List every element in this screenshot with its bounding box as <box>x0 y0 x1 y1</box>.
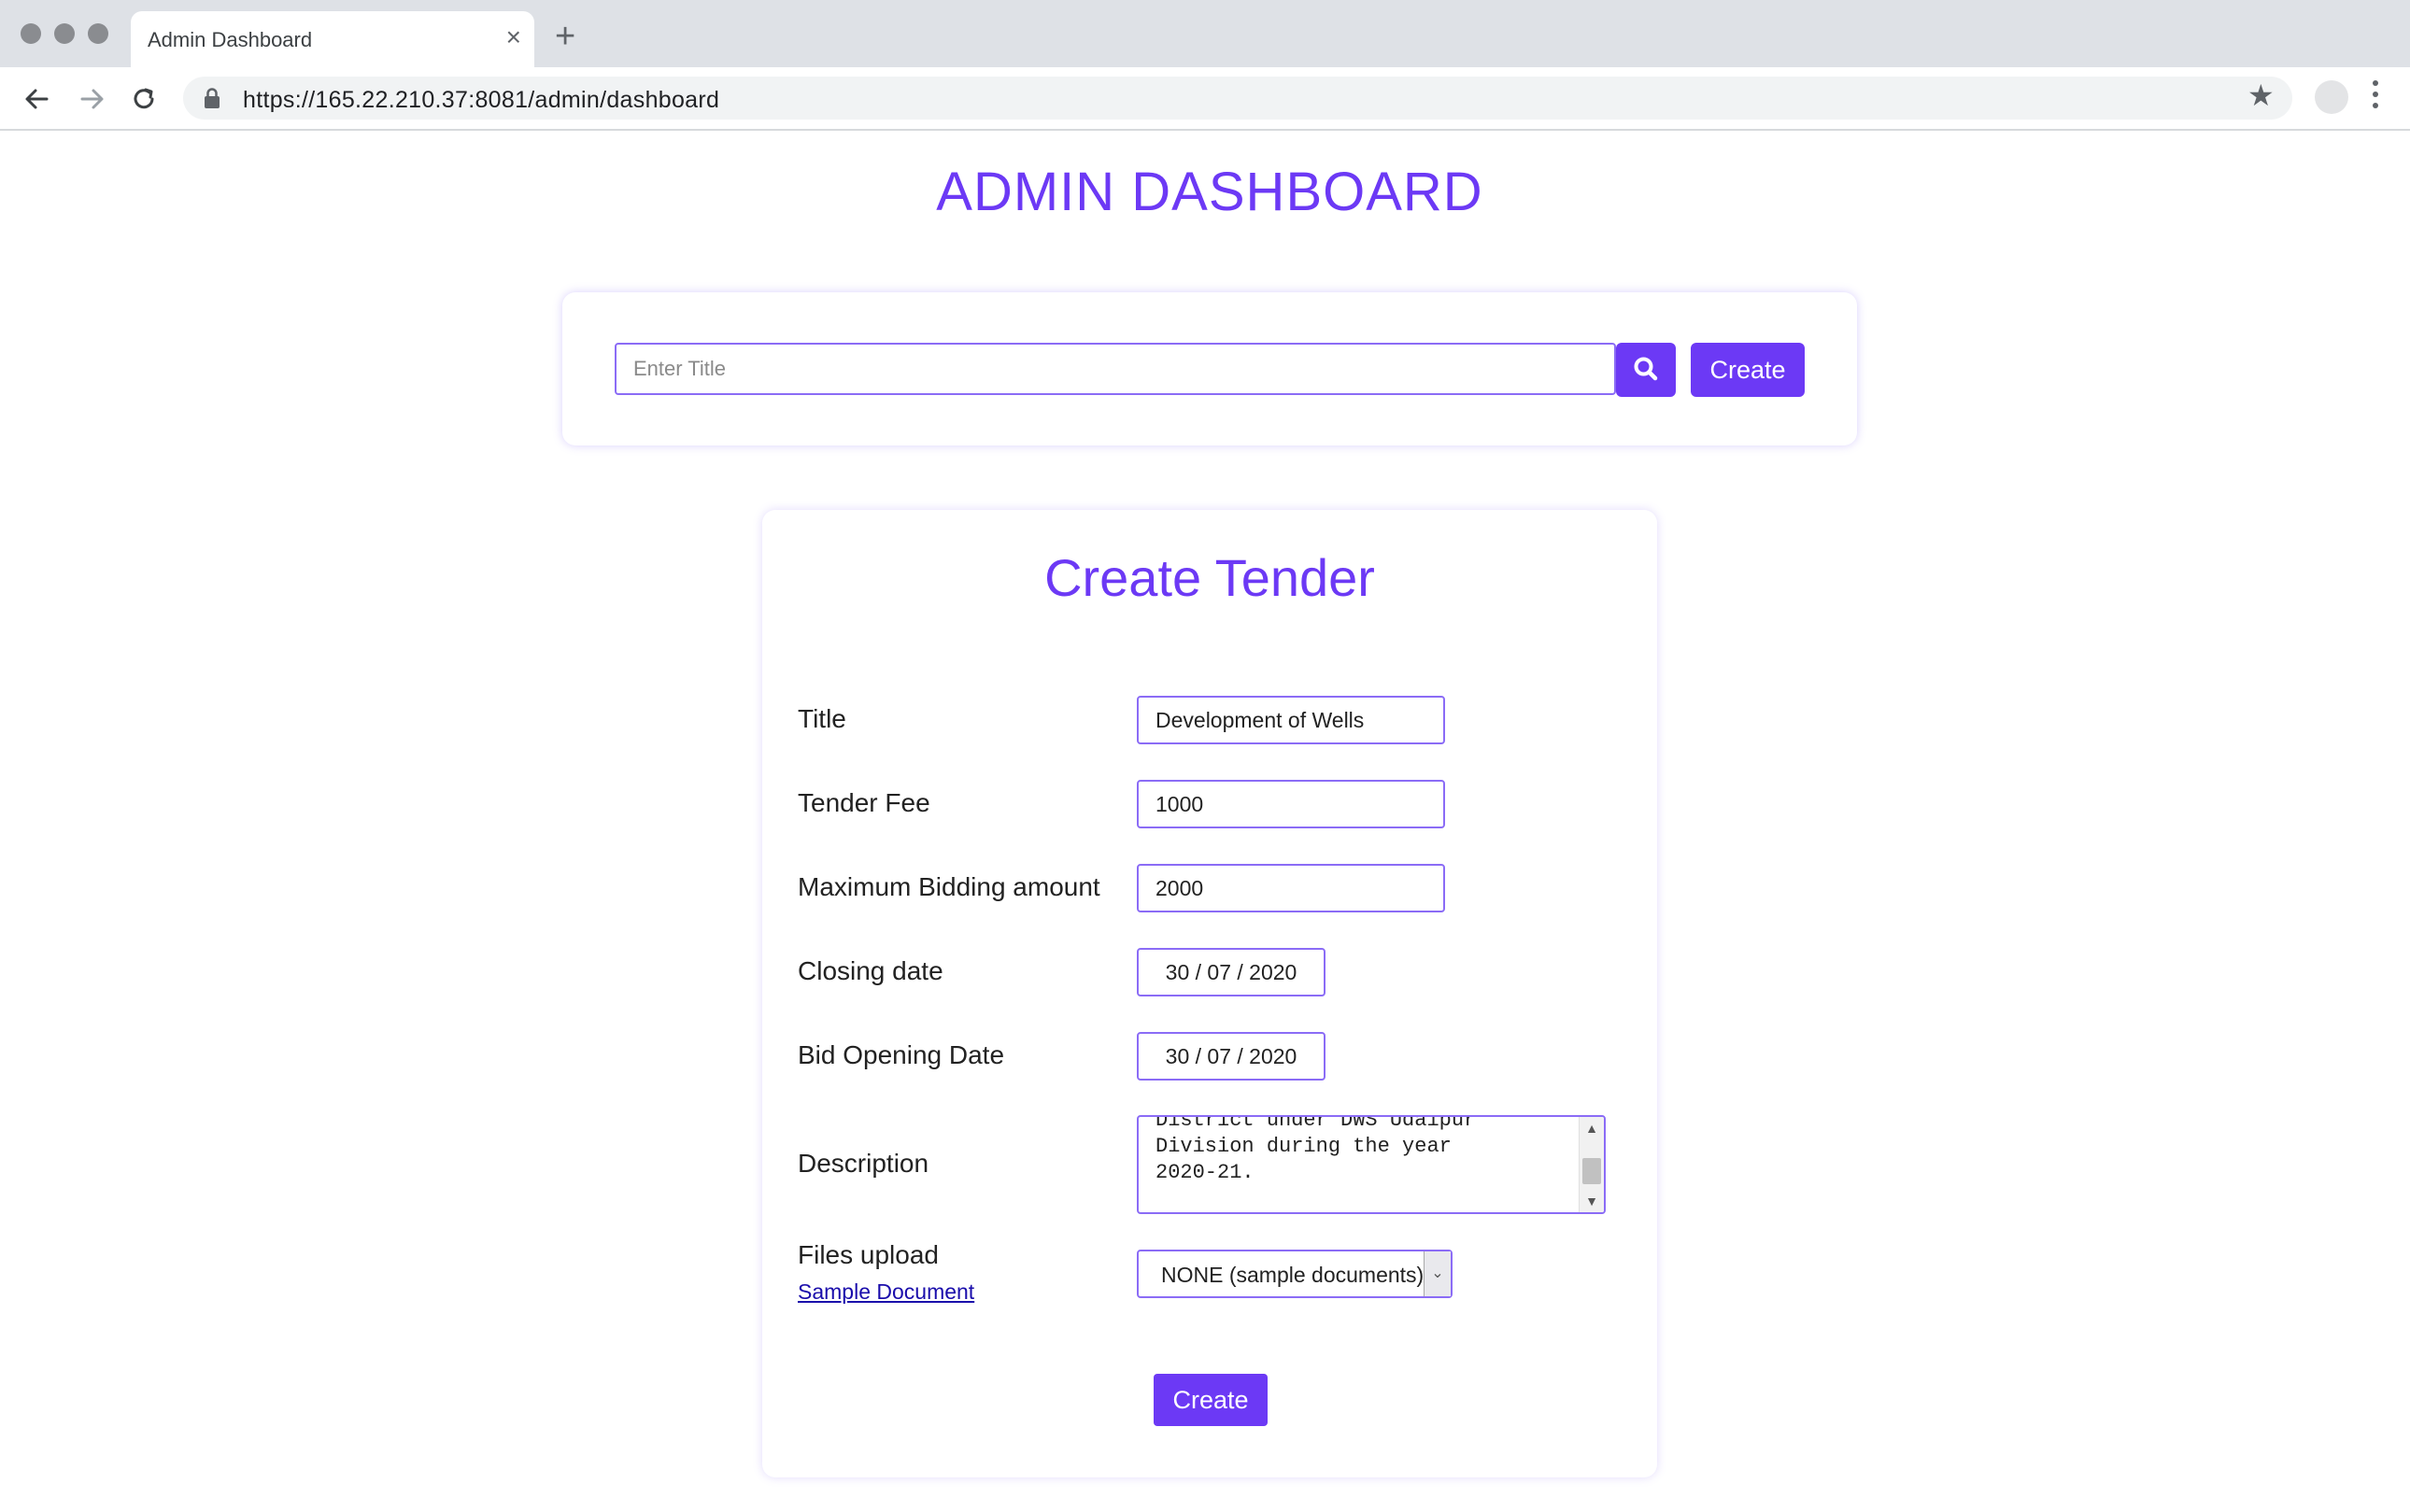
form-title: Create Tender <box>1044 548 1375 607</box>
max-bid-label: Maximum Bidding amount <box>798 872 1100 901</box>
window-minimize-dot[interactable] <box>54 23 75 44</box>
description-text: District under DWS Udaipur Division duri… <box>1155 1115 1477 1184</box>
profile-avatar[interactable] <box>2315 80 2348 114</box>
max-bid-field[interactable] <box>1137 864 1445 912</box>
sample-document-link[interactable]: Sample Document <box>798 1279 974 1305</box>
search-input[interactable] <box>615 343 1616 395</box>
new-tab-icon[interactable]: + <box>555 19 575 54</box>
url-text: https://165.22.210.37:8081/admin/dashboa… <box>243 87 720 113</box>
title-label: Title <box>798 704 846 733</box>
description-textarea[interactable]: District under DWS Udaipur Division duri… <box>1137 1115 1606 1214</box>
closing-date-field[interactable] <box>1137 948 1326 996</box>
search-card: Create <box>562 292 1857 445</box>
bid-opening-date-label: Bid Opening Date <box>798 1040 1005 1069</box>
create-button[interactable]: Create <box>1691 343 1805 397</box>
tender-fee-field[interactable] <box>1137 780 1445 828</box>
reload-icon[interactable] <box>125 80 163 118</box>
page-title: ADMIN DASHBOARD <box>936 162 1483 222</box>
bookmark-star-icon[interactable]: ★ <box>2247 78 2275 112</box>
tab-title: Admin Dashboard <box>148 28 313 51</box>
files-upload-select[interactable]: NONE (sample documents) ⌄ <box>1137 1250 1453 1298</box>
window-maximize-dot[interactable] <box>88 23 108 44</box>
bid-opening-date-field[interactable] <box>1137 1032 1326 1081</box>
scroll-down-icon[interactable]: ▼ <box>1580 1192 1604 1210</box>
description-label: Description <box>798 1149 929 1178</box>
description-scrollbar[interactable]: ▲ ▼ <box>1579 1117 1604 1212</box>
scroll-up-icon[interactable]: ▲ <box>1580 1119 1604 1138</box>
create-tender-form: Create Tender Title Tender Fee Maximum B… <box>762 510 1657 1477</box>
search-button[interactable] <box>1616 343 1676 397</box>
tab-close-icon[interactable]: × <box>506 23 521 51</box>
closing-date-label: Closing date <box>798 956 943 985</box>
forward-icon[interactable] <box>73 80 110 118</box>
tender-fee-label: Tender Fee <box>798 788 930 817</box>
browser-toolbar: https://165.22.210.37:8081/admin/dashboa… <box>0 67 2410 131</box>
chevron-down-icon[interactable]: ⌄ <box>1424 1251 1451 1296</box>
address-bar[interactable]: https://165.22.210.37:8081/admin/dashboa… <box>183 77 2292 120</box>
scroll-thumb[interactable] <box>1582 1158 1601 1184</box>
files-upload-selected: NONE (sample documents) <box>1161 1263 1425 1287</box>
browser-tab[interactable]: Admin Dashboard × <box>131 11 534 67</box>
files-upload-label: Files upload <box>798 1240 939 1269</box>
title-field[interactable] <box>1137 696 1445 744</box>
browser-tab-bar: Admin Dashboard × + <box>0 0 2410 67</box>
search-icon <box>1634 357 1658 380</box>
lock-icon <box>205 88 220 108</box>
back-icon[interactable] <box>19 80 56 118</box>
create-tender-submit-button[interactable]: Create <box>1154 1374 1268 1426</box>
browser-menu-icon[interactable] <box>2373 80 2380 114</box>
window-close-dot[interactable] <box>21 23 41 44</box>
